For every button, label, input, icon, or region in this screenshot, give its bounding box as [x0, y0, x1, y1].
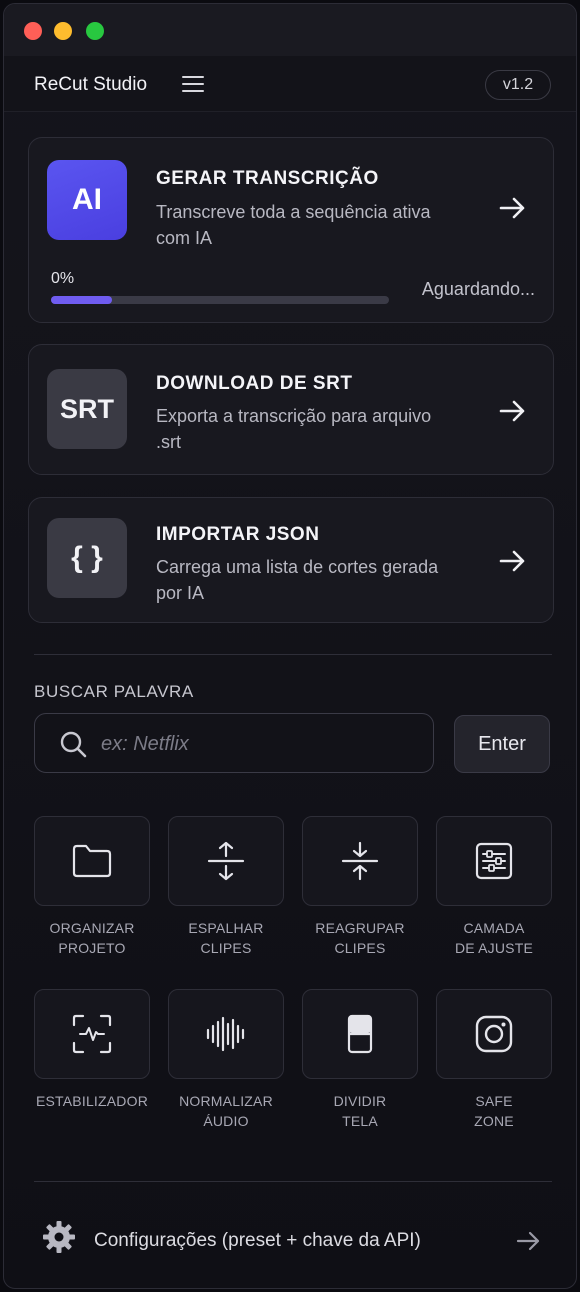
tool-button[interactable] [436, 816, 552, 906]
tool-split-screen[interactable]: DIVIDIR TELA [302, 989, 418, 1131]
arrow-right-icon [516, 1231, 540, 1251]
progress-percent: 0% [51, 270, 75, 287]
card-title: DOWNLOAD DE SRT [156, 373, 353, 394]
tool-label: ORGANIZAR PROJETO [49, 920, 135, 956]
tool-normalize-audio[interactable]: NORMALIZAR ÁUDIO [168, 989, 284, 1131]
tool-label: ESPALHAR CLIPES [188, 920, 264, 956]
generate-transcription-card[interactable]: AI GERAR TRANSCRIÇÃO Transcreve toda a s… [28, 137, 554, 323]
settings-row[interactable]: Configurações (preset + chave da API) [34, 1210, 552, 1260]
tool-label: REAGRUPAR CLIPES [315, 920, 405, 956]
close-window-button[interactable] [24, 22, 42, 40]
stabilizer-icon [72, 1014, 112, 1054]
tool-label: DIVIDIR TELA [333, 1093, 387, 1129]
expand-vertical-icon [207, 841, 245, 881]
progress-bar [51, 296, 389, 304]
tool-button[interactable] [34, 989, 150, 1079]
split-screen-icon [347, 1014, 373, 1054]
safe-zone-icon [475, 1015, 513, 1053]
maximize-window-button[interactable] [86, 22, 104, 40]
progress-bar-fill [51, 296, 112, 304]
tool-safe-zone[interactable]: SAFE ZONE [436, 989, 552, 1131]
sliders-icon [475, 842, 513, 880]
card-title: IMPORTAR JSON [156, 524, 320, 545]
tool-button[interactable] [302, 816, 418, 906]
section-divider [34, 654, 552, 655]
tool-organize-project[interactable]: ORGANIZAR PROJETO [34, 816, 150, 958]
search-icon [60, 731, 87, 758]
hamburger-menu-icon[interactable] [182, 76, 204, 94]
tool-regroup-clips[interactable]: REAGRUPAR CLIPES [302, 816, 418, 958]
arrow-right-icon [499, 400, 525, 422]
search-input[interactable] [101, 724, 421, 764]
tool-adjustment-layer[interactable]: CAMADA DE AJUSTE [436, 816, 552, 958]
tool-spread-clips[interactable]: ESPALHAR CLIPES [168, 816, 284, 958]
ai-icon: AI [47, 160, 127, 240]
gear-icon [43, 1221, 75, 1253]
enter-button[interactable]: Enter [454, 715, 550, 773]
import-json-card[interactable]: { } IMPORTAR JSON Carrega uma lista de c… [28, 497, 554, 623]
tool-button[interactable] [302, 989, 418, 1079]
tool-label: ESTABILIZADOR [35, 1093, 149, 1109]
tool-label: CAMADA DE AJUSTE [454, 920, 534, 956]
tool-button[interactable] [168, 989, 284, 1079]
card-description: Exporta a transcrição para arquivo .srt [156, 406, 432, 452]
collapse-vertical-icon [341, 841, 379, 881]
json-braces-icon: { } [47, 518, 127, 598]
tool-button[interactable] [34, 816, 150, 906]
srt-icon: SRT [47, 369, 127, 449]
settings-label: Configurações (preset + chave da API) [94, 1230, 421, 1251]
card-title: GERAR TRANSCRIÇÃO [156, 168, 379, 189]
minimize-window-button[interactable] [54, 22, 72, 40]
audio-waveform-icon [206, 1016, 245, 1052]
window-titlebar [4, 4, 576, 56]
app-title: ReCut Studio [34, 74, 148, 95]
version-badge: v1.2 [485, 70, 551, 100]
tool-label: NORMALIZAR ÁUDIO [179, 1093, 273, 1129]
arrow-right-icon [499, 197, 525, 219]
progress-status: Aguardando... [421, 279, 535, 299]
search-box [34, 713, 434, 773]
app-window: ReCut Studio v1.2 AI GERAR TRANSCRIÇÃO T… [3, 3, 577, 1289]
section-divider [34, 1181, 552, 1182]
card-description: Carrega uma lista de cortes gerada por I… [156, 557, 439, 603]
download-srt-card[interactable]: SRT DOWNLOAD DE SRT Exporta a transcriçã… [28, 344, 554, 475]
search-section-label: BUSCAR PALAVRA [34, 682, 194, 701]
tool-button[interactable] [436, 989, 552, 1079]
tool-label: SAFE ZONE [474, 1093, 514, 1129]
arrow-right-icon [499, 550, 525, 572]
app-header: ReCut Studio v1.2 [4, 56, 576, 112]
tool-button[interactable] [168, 816, 284, 906]
tool-stabilizer[interactable]: ESTABILIZADOR [34, 989, 150, 1111]
folder-icon [72, 844, 112, 878]
card-description: Transcreve toda a sequência ativa com IA [156, 202, 431, 248]
